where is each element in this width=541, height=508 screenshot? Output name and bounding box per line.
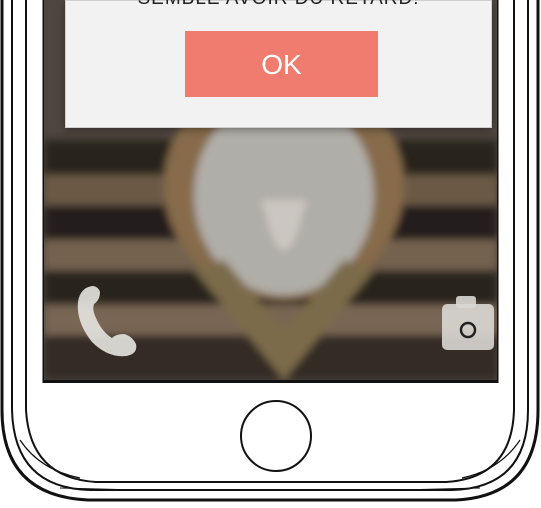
home-button[interactable] (240, 400, 312, 472)
phone-handset-icon[interactable] (70, 282, 142, 360)
phone-screen: SEMBLE AVOIR DU RETARD! OK (44, 0, 497, 383)
ok-button[interactable]: OK (185, 31, 378, 97)
alert-dialog: SEMBLE AVOIR DU RETARD! OK (65, 0, 492, 128)
phone-mockup: SEMBLE AVOIR DU RETARD! OK (0, 0, 541, 508)
camera-icon[interactable] (440, 292, 496, 352)
dialog-message: SEMBLE AVOIR DU RETARD! (66, 0, 491, 10)
